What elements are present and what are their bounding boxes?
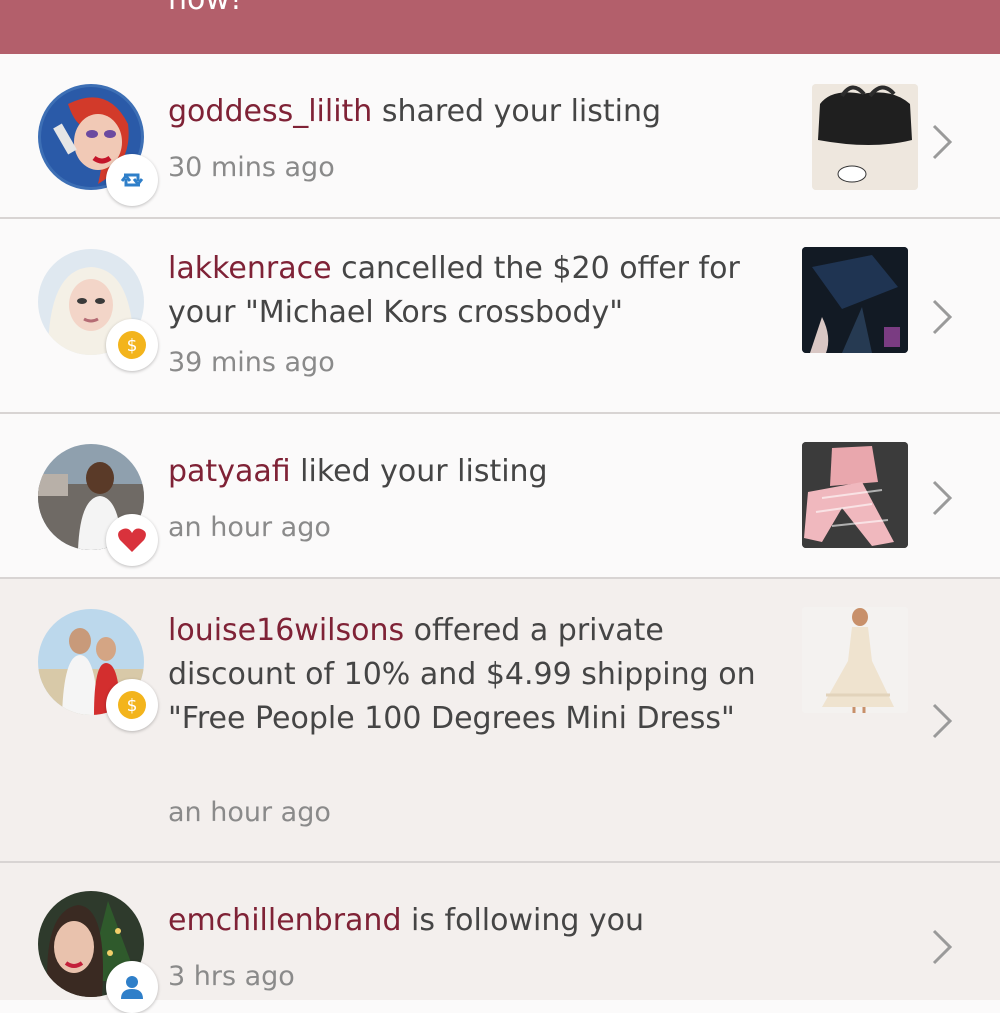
heart-icon bbox=[118, 528, 146, 552]
notification-row[interactable]: emchillenbrand is following you 3 hrs ag… bbox=[0, 863, 1000, 1013]
timestamp: 30 mins ago bbox=[168, 152, 335, 183]
offer-badge: $ bbox=[106, 319, 158, 371]
notification-message: liked your listing bbox=[290, 454, 548, 489]
avatar[interactable] bbox=[38, 84, 158, 206]
crossbody-bag-image bbox=[802, 247, 908, 353]
chevron-right-icon[interactable] bbox=[928, 478, 956, 518]
dollar-coin-icon: $ bbox=[118, 331, 146, 359]
notification-row[interactable]: patyaafi liked your listing an hour ago bbox=[0, 414, 1000, 579]
notification-message: shared your listing bbox=[372, 94, 662, 129]
notification-message: is following you bbox=[401, 903, 645, 938]
timestamp: an hour ago bbox=[168, 797, 331, 828]
svg-text:$: $ bbox=[127, 336, 138, 356]
like-badge bbox=[106, 514, 158, 566]
offer-badge: $ bbox=[106, 679, 158, 731]
username-link[interactable]: emchillenbrand bbox=[168, 903, 401, 938]
repost-badge bbox=[106, 154, 158, 206]
notification-text: patyaafi liked your listing bbox=[168, 450, 788, 494]
username-link[interactable]: patyaafi bbox=[168, 454, 291, 489]
notification-text: goddess_lilith shared your listing bbox=[168, 90, 788, 134]
pajama-set-image bbox=[802, 442, 908, 548]
listing-thumbnail[interactable] bbox=[802, 442, 908, 548]
chevron-right-icon[interactable] bbox=[928, 122, 956, 162]
banner-text: now! bbox=[168, 0, 242, 17]
timestamp: 39 mins ago bbox=[168, 347, 335, 378]
mini-dress-image bbox=[802, 607, 908, 713]
username-link[interactable]: goddess_lilith bbox=[168, 94, 372, 129]
timestamp: an hour ago bbox=[168, 512, 331, 543]
notification-row[interactable]: goddess_lilith shared your listing 30 mi… bbox=[0, 54, 1000, 219]
svg-text:$: $ bbox=[127, 696, 138, 716]
notification-text: emchillenbrand is following you bbox=[168, 899, 788, 943]
timestamp: 3 hrs ago bbox=[168, 961, 295, 992]
username-link[interactable]: lakkenrace bbox=[168, 251, 332, 286]
chevron-right-icon[interactable] bbox=[928, 701, 956, 741]
person-icon bbox=[121, 976, 143, 999]
notification-row[interactable]: $ louise16wilsons offered a private disc… bbox=[0, 579, 1000, 863]
listing-thumbnail[interactable] bbox=[802, 247, 908, 353]
notification-row[interactable]: $ lakkenrace cancelled the $20 offer for… bbox=[0, 219, 1000, 414]
dollar-coin-icon: $ bbox=[118, 691, 146, 719]
top-banner: now! bbox=[0, 0, 1000, 54]
listing-thumbnail[interactable] bbox=[802, 607, 908, 713]
avatar[interactable] bbox=[38, 891, 158, 1013]
avatar[interactable] bbox=[38, 444, 158, 566]
follow-badge bbox=[106, 961, 158, 1013]
username-link[interactable]: louise16wilsons bbox=[168, 613, 404, 648]
handbag-image bbox=[812, 84, 918, 190]
notification-text: lakkenrace cancelled the $20 offer for y… bbox=[168, 247, 788, 335]
listing-thumbnail[interactable] bbox=[812, 84, 918, 190]
notification-text: louise16wilsons offered a private discou… bbox=[168, 609, 768, 741]
chevron-right-icon[interactable] bbox=[928, 927, 956, 967]
repost-icon bbox=[120, 173, 144, 187]
avatar[interactable]: $ bbox=[38, 609, 158, 731]
avatar[interactable]: $ bbox=[38, 249, 158, 371]
chevron-right-icon[interactable] bbox=[928, 297, 956, 337]
